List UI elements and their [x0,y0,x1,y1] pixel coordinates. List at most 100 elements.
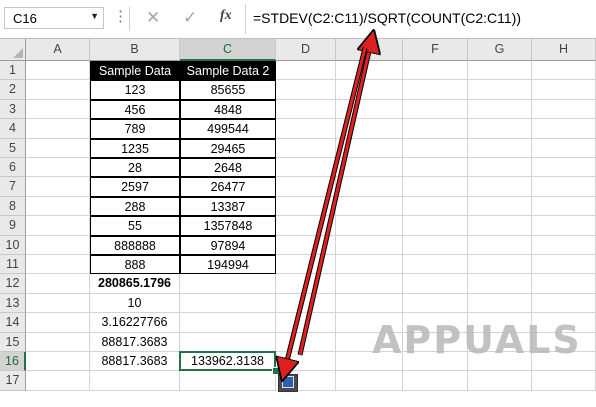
cell-f6[interactable] [403,158,468,178]
column-header-d[interactable]: D [276,39,336,61]
cell-e1[interactable] [336,61,403,81]
cell-a17[interactable] [26,371,90,391]
column-header-c[interactable]: C [180,39,276,61]
row-header-16[interactable]: 16 [0,352,26,372]
cell-d9[interactable] [276,216,336,236]
cell-a12[interactable] [26,274,90,294]
row-header-7[interactable]: 7 [0,177,26,197]
cell-d7[interactable] [276,177,336,197]
cell-f11[interactable] [403,255,468,275]
cell-d4[interactable] [276,119,336,139]
cell-c17[interactable] [180,371,276,391]
cell-d1[interactable] [276,61,336,81]
column-header-a[interactable]: A [26,39,90,61]
cell-c12[interactable] [180,274,276,294]
cell-e8[interactable] [336,196,403,217]
cell-f10[interactable] [403,235,468,255]
cell-h13[interactable] [532,293,596,314]
row-header-4[interactable]: 4 [0,119,26,139]
cell-d13[interactable] [276,293,336,314]
cell-d15[interactable] [276,332,336,352]
cell-d16[interactable] [276,352,336,372]
cell-e13[interactable] [336,293,403,314]
cell-g5[interactable] [468,138,532,158]
cell-a13[interactable] [26,293,90,314]
column-header-h[interactable]: H [532,39,596,61]
cell-h17[interactable] [532,371,596,391]
cancel-icon[interactable]: ✕ [146,8,160,28]
cell-h4[interactable] [532,119,596,139]
cell-b5[interactable]: 1235 [90,138,180,158]
cell-d5[interactable] [276,138,336,158]
cell-a15[interactable] [26,332,90,352]
cell-g6[interactable] [468,158,532,178]
cell-b14[interactable]: 3.16227766 [90,313,180,333]
column-header-e[interactable]: E [336,39,403,61]
cell-c13[interactable] [180,293,276,314]
chevron-down-icon[interactable]: ▼ [90,11,99,21]
cell-g12[interactable] [468,274,532,294]
cell-b11[interactable]: 888 [90,255,180,275]
cell-h5[interactable] [532,138,596,158]
cell-f9[interactable] [403,216,468,236]
row-header-1[interactable]: 1 [0,61,26,81]
cell-d10[interactable] [276,235,336,255]
cell-d8[interactable] [276,196,336,217]
cell-f8[interactable] [403,196,468,217]
cell-a5[interactable] [26,138,90,158]
cell-d6[interactable] [276,158,336,178]
cell-g3[interactable] [468,99,532,120]
cell-f5[interactable] [403,138,468,158]
cell-e6[interactable] [336,158,403,178]
row-header-11[interactable]: 11 [0,255,26,275]
cell-h6[interactable] [532,158,596,178]
cell-f3[interactable] [403,99,468,120]
cell-a9[interactable] [26,216,90,236]
cell-e4[interactable] [336,119,403,139]
row-header-17[interactable]: 17 [0,371,26,391]
cell-h7[interactable] [532,177,596,197]
cell-a1[interactable] [26,61,90,81]
cell-b1[interactable]: Sample Data [90,61,180,81]
cell-h1[interactable] [532,61,596,81]
cell-e12[interactable] [336,274,403,294]
cell-a14[interactable] [26,313,90,333]
cell-d11[interactable] [276,255,336,275]
cell-e17[interactable] [336,371,403,391]
cell-c6[interactable]: 2648 [180,158,276,178]
cell-e9[interactable] [336,216,403,236]
cell-b10[interactable]: 888888 [90,235,180,255]
cell-g13[interactable] [468,293,532,314]
cell-b8[interactable]: 288 [90,196,180,217]
cell-c15[interactable] [180,332,276,352]
cell-b2[interactable]: 123 [90,80,180,100]
row-header-3[interactable]: 3 [0,99,26,120]
cell-a4[interactable] [26,119,90,139]
row-header-5[interactable]: 5 [0,138,26,158]
cell-c1[interactable]: Sample Data 2 [180,61,276,81]
row-header-6[interactable]: 6 [0,158,26,178]
cell-c11[interactable]: 194994 [180,255,276,275]
cell-a7[interactable] [26,177,90,197]
cell-f4[interactable] [403,119,468,139]
row-header-10[interactable]: 10 [0,235,26,255]
cell-b9[interactable]: 55 [90,216,180,236]
formula-input[interactable]: =STDEV(C2:C11)/SQRT(COUNT(C2:C11)) [253,10,521,26]
cell-g7[interactable] [468,177,532,197]
cell-b12[interactable]: 280865.1796 [90,274,180,294]
cell-c2[interactable]: 85655 [180,80,276,100]
cell-a16[interactable] [26,352,90,372]
name-box[interactable]: C16 ▼ [4,7,104,29]
cell-h8[interactable] [532,196,596,217]
cell-h10[interactable] [532,235,596,255]
cell-a6[interactable] [26,158,90,178]
column-header-b[interactable]: B [90,39,180,61]
row-header-15[interactable]: 15 [0,332,26,352]
row-header-2[interactable]: 2 [0,80,26,100]
cell-d12[interactable] [276,274,336,294]
cell-b7[interactable]: 2597 [90,177,180,197]
cell-h9[interactable] [532,216,596,236]
cell-a2[interactable] [26,80,90,100]
cell-e7[interactable] [336,177,403,197]
cell-g10[interactable] [468,235,532,255]
